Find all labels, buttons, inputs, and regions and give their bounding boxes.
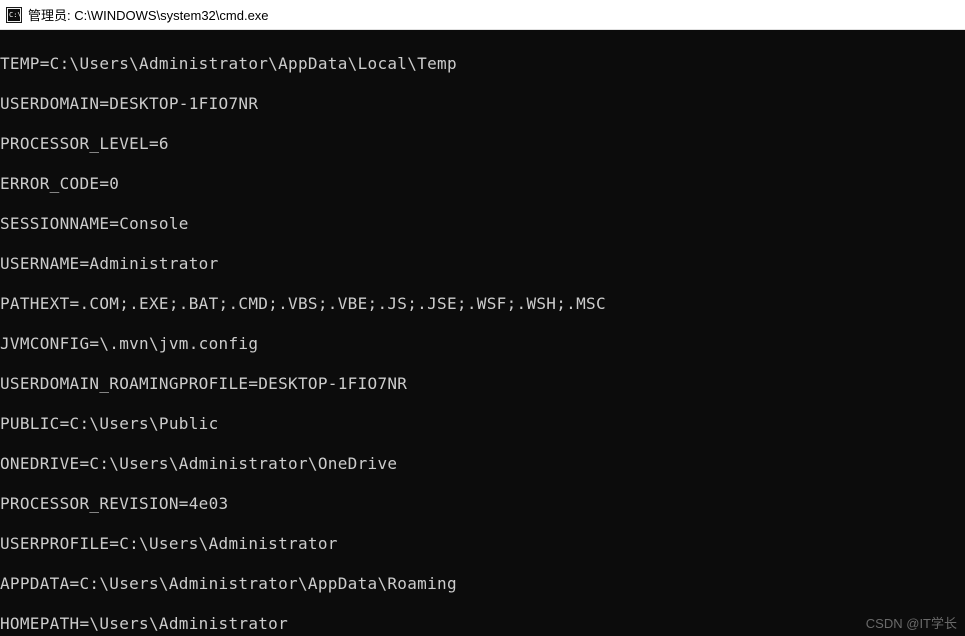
terminal-output[interactable]: TEMP=C:\Users\Administrator\AppData\Loca… — [0, 30, 965, 636]
env-line: PROCESSOR_REVISION=4e03 — [0, 494, 965, 514]
env-line: PROCESSOR_LEVEL=6 — [0, 134, 965, 154]
env-line: ONEDRIVE=C:\Users\Administrator\OneDrive — [0, 454, 965, 474]
watermark: CSDN @IT学长 — [866, 613, 957, 632]
window-title: 管理员: C:\WINDOWS\system32\cmd.exe — [28, 5, 269, 24]
env-line: USERNAME=Administrator — [0, 254, 965, 274]
env-line: JVMCONFIG=\.mvn\jvm.config — [0, 334, 965, 354]
env-line: USERDOMAIN=DESKTOP-1FIO7NR — [0, 94, 965, 114]
env-line: PUBLIC=C:\Users\Public — [0, 414, 965, 434]
env-line: ERROR_CODE=0 — [0, 174, 965, 194]
env-line: TEMP=C:\Users\Administrator\AppData\Loca… — [0, 54, 965, 74]
window-titlebar[interactable]: C:\ 管理员: C:\WINDOWS\system32\cmd.exe — [0, 0, 965, 30]
env-line: USERPROFILE=C:\Users\Administrator — [0, 534, 965, 554]
env-line: USERDOMAIN_ROAMINGPROFILE=DESKTOP-1FIO7N… — [0, 374, 965, 394]
env-line: PATHEXT=.COM;.EXE;.BAT;.CMD;.VBS;.VBE;.J… — [0, 294, 965, 314]
cmd-icon: C:\ — [6, 7, 22, 23]
svg-text:C:\: C:\ — [9, 11, 22, 19]
env-line: APPDATA=C:\Users\Administrator\AppData\R… — [0, 574, 965, 594]
env-line: SESSIONNAME=Console — [0, 214, 965, 234]
env-line: HOMEPATH=\Users\Administrator — [0, 614, 965, 634]
